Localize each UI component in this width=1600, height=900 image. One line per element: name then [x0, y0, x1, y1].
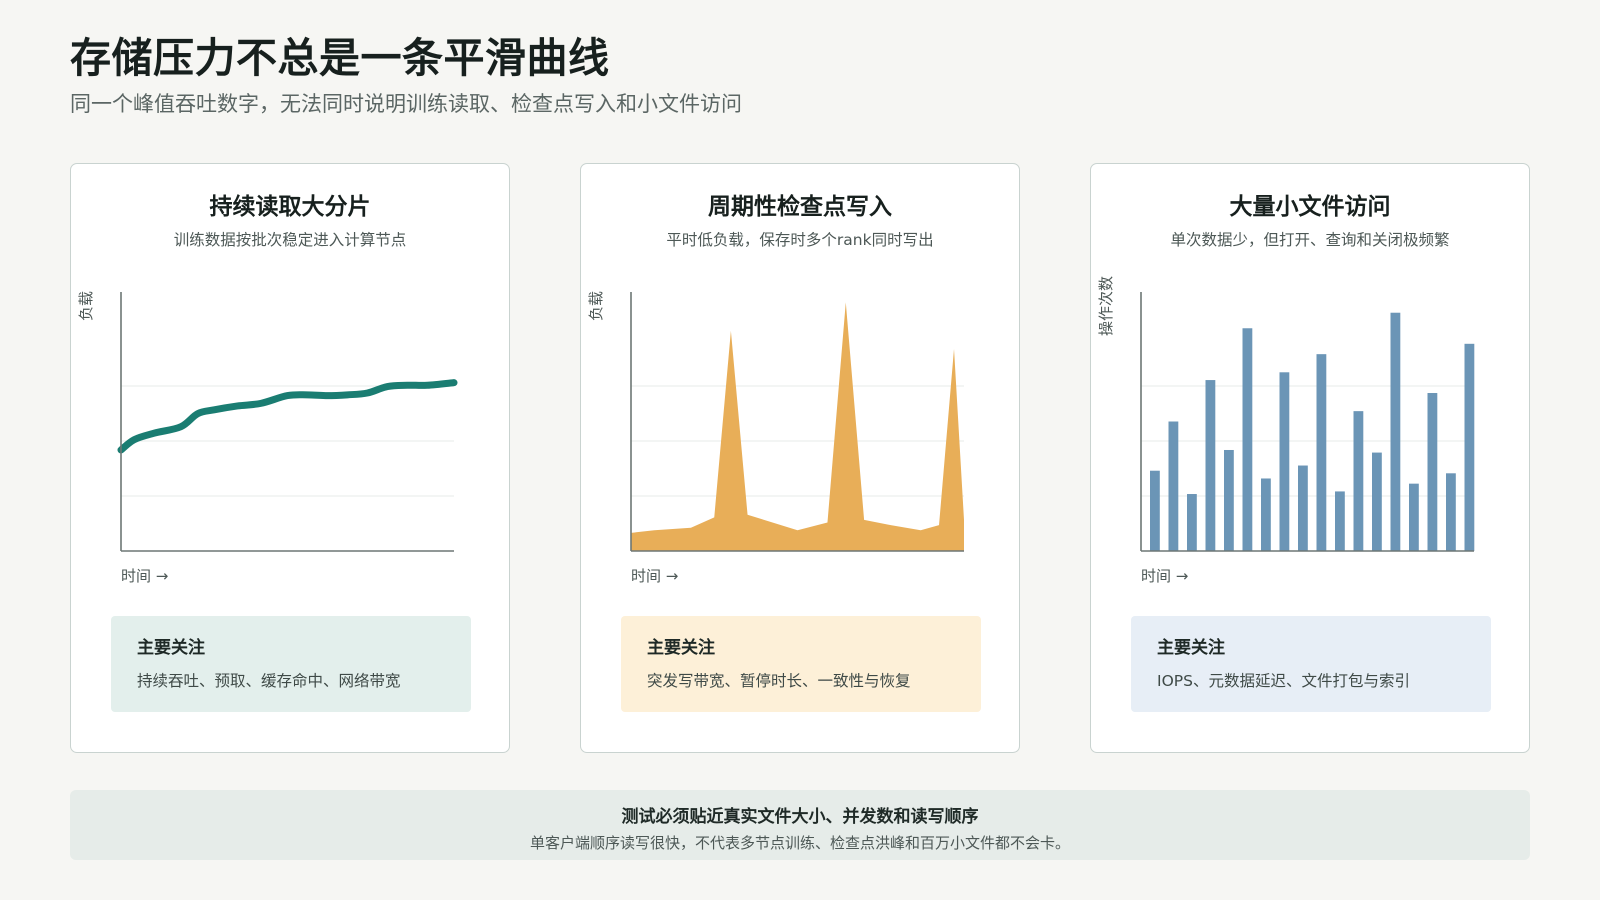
chart-group: 负载时间 →	[77, 291, 458, 585]
focus-heading: 主要关注	[1157, 638, 1225, 658]
bottom-banner: 测试必须贴近真实文件大小、并发数和读写顺序 单客户端顺序读写很快，不代表多节点训…	[70, 790, 1530, 860]
bar	[1427, 393, 1438, 551]
focus-heading: 主要关注	[647, 638, 715, 658]
focus-text: 突发写带宽、暂停时长、一致性与恢复	[647, 672, 911, 690]
bar	[1150, 470, 1160, 551]
bar	[1205, 380, 1216, 551]
focus-box: 主要关注 持续吞吐、预取、缓存命中、网络带宽	[111, 616, 471, 712]
y-axis-label: 负载	[587, 291, 605, 321]
chart-group: 负载时间 →	[587, 291, 964, 585]
card-small-files: 大量小文件访问 单次数据少，但打开、查询和关闭极频繁 操作次数 时间 → 主要关注…	[1090, 163, 1530, 753]
bar	[1446, 473, 1456, 551]
page-subtitle: 同一个峰值吞吐数字，无法同时说明训练读取、检查点写入和小文件访问	[70, 92, 742, 116]
line-chart: 负载时间 →	[77, 291, 458, 585]
bar	[1464, 343, 1475, 551]
x-axis-label: 时间 →	[631, 567, 678, 585]
card-sequential-read: 持续读取大分片 训练数据按批次稳定进入计算节点 负载 时间 → 主要关注 持续吞吐…	[70, 163, 510, 753]
bar	[1224, 449, 1234, 551]
focus-box: 主要关注 IOPS、元数据延迟、文件打包与索引	[1131, 616, 1491, 712]
bar	[1242, 328, 1253, 551]
bar	[1390, 312, 1401, 551]
bar-chart: 操作次数时间 →	[1097, 276, 1475, 585]
page-title: 存储压力不总是一条平滑曲线	[70, 34, 610, 82]
bar	[1353, 411, 1364, 551]
y-axis-label: 负载	[77, 291, 95, 321]
series-line	[117, 379, 458, 454]
banner-text: 单客户端顺序读写很快，不代表多节点训练、检查点洪峰和百万小文件都不会卡。	[529, 834, 1070, 852]
focus-text: 持续吞吐、预取、缓存命中、网络带宽	[137, 672, 401, 690]
y-axis-label: 操作次数	[1097, 276, 1115, 336]
bar	[1298, 465, 1308, 551]
bar	[1409, 483, 1419, 551]
bar	[1168, 421, 1179, 551]
bar	[1372, 452, 1382, 551]
focus-heading: 主要关注	[137, 638, 205, 658]
focus-text: IOPS、元数据延迟、文件打包与索引	[1157, 672, 1410, 690]
card-checkpoint-write: 周期性检查点写入 平时低负载，保存时多个rank同时写出 负载 时间 → 主要关注…	[580, 163, 1020, 753]
area-chart: 负载时间 →	[587, 291, 964, 585]
bar	[1279, 372, 1290, 551]
bar	[1316, 354, 1327, 551]
bar	[1261, 478, 1271, 551]
x-axis-label: 时间 →	[1141, 567, 1188, 585]
focus-box: 主要关注 突发写带宽、暂停时长、一致性与恢复	[621, 616, 981, 712]
bar	[1335, 491, 1345, 551]
bar	[1187, 494, 1197, 551]
banner-heading: 测试必须贴近真实文件大小、并发数和读写顺序	[621, 807, 979, 827]
chart-group: 操作次数时间 →	[1097, 276, 1475, 585]
x-axis-label: 时间 →	[121, 567, 168, 585]
series-area	[631, 302, 964, 551]
